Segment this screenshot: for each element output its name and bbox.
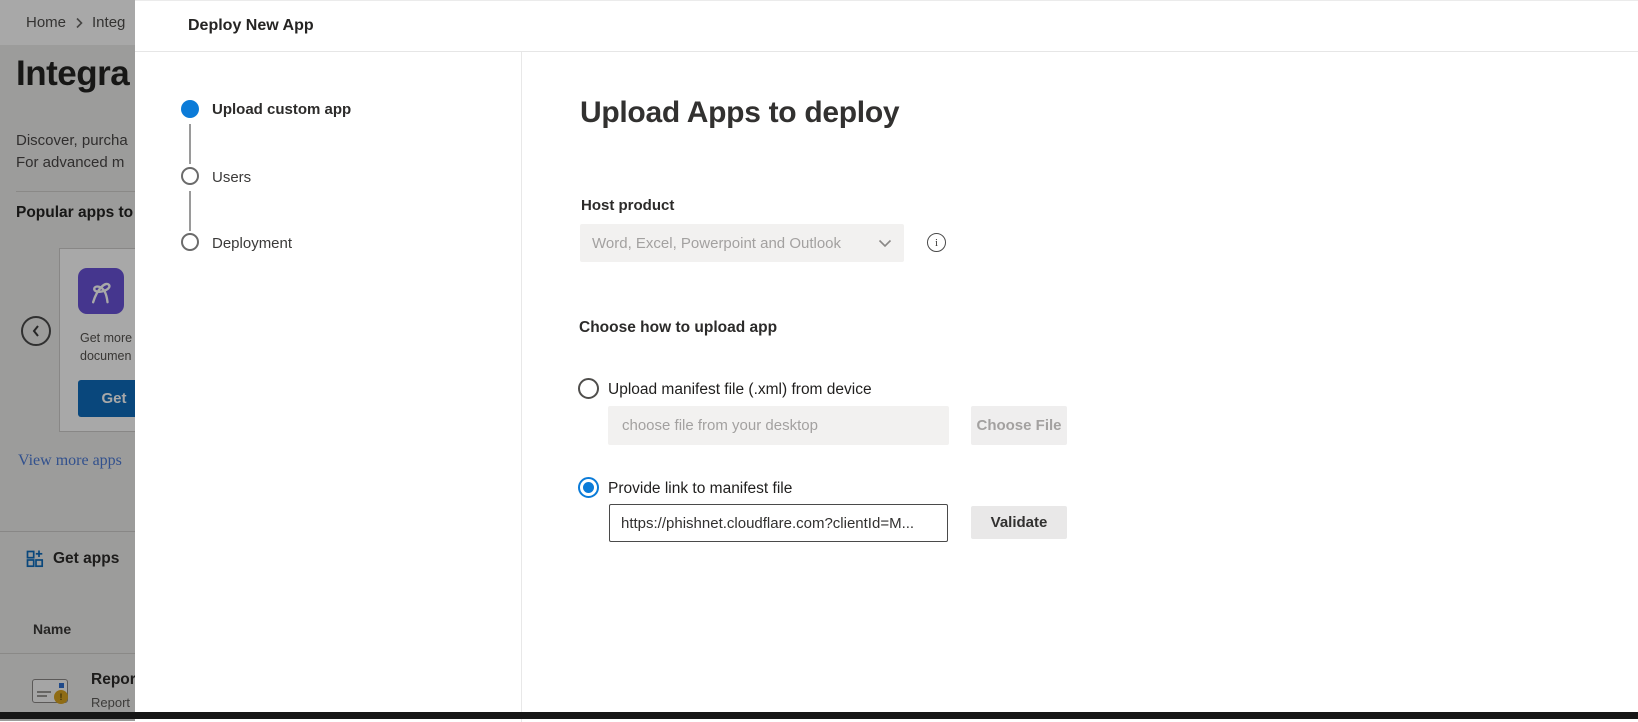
info-icon[interactable]: i — [927, 233, 946, 252]
chevron-down-icon — [878, 239, 892, 248]
choose-file-button[interactable]: Choose File — [971, 406, 1067, 445]
bottom-black-bar — [0, 712, 1638, 719]
deploy-new-app-panel: Deploy New App Upload custom app Users D… — [135, 0, 1638, 721]
step-connector — [189, 191, 191, 231]
validate-button[interactable]: Validate — [971, 506, 1067, 539]
choose-upload-heading: Choose how to upload app — [579, 319, 777, 337]
step-deployment: Deployment — [212, 235, 292, 252]
step-users: Users — [212, 169, 251, 186]
step-upload-custom-app: Upload custom app — [212, 101, 351, 118]
stepper-content-divider — [521, 52, 522, 722]
host-product-value: Word, Excel, Powerpoint and Outlook — [592, 235, 878, 252]
radio-provide-link-label: Provide link to manifest file — [608, 480, 792, 498]
choose-file-button-label: Choose File — [976, 417, 1061, 434]
host-product-dropdown[interactable]: Word, Excel, Powerpoint and Outlook — [580, 224, 904, 262]
panel-header-divider — [135, 51, 1638, 52]
step-active-dot-icon — [181, 100, 199, 118]
step-circle-icon — [181, 167, 199, 185]
radio-upload-manifest-file-label: Upload manifest file (.xml) from device — [608, 381, 872, 399]
file-path-input[interactable] — [608, 406, 949, 445]
content-heading: Upload Apps to deploy — [580, 96, 899, 130]
step-connector — [189, 124, 191, 164]
step-circle-icon — [181, 233, 199, 251]
manifest-link-input[interactable] — [609, 504, 948, 542]
validate-button-label: Validate — [991, 514, 1048, 531]
radio-provide-link[interactable] — [578, 477, 599, 498]
radio-selected-dot-icon — [583, 482, 594, 493]
host-product-label: Host product — [581, 197, 674, 214]
radio-upload-manifest-file[interactable] — [578, 378, 599, 399]
panel-title: Deploy New App — [188, 17, 314, 35]
